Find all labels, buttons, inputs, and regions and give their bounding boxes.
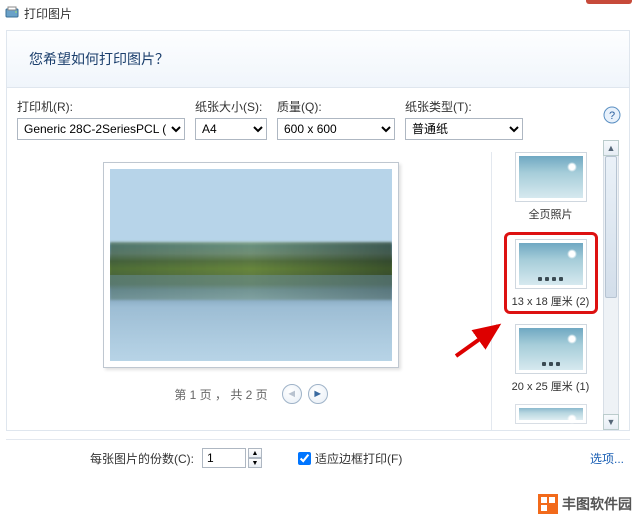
next-page-button[interactable]: ► (308, 384, 328, 404)
pager: 第 1 页 ， 共 2 页 ◄ ► (174, 384, 327, 404)
paper-size-select[interactable]: A4 (195, 118, 267, 140)
copies-up-button[interactable]: ▲ (248, 448, 262, 458)
help-icon[interactable]: ? (603, 106, 621, 124)
quality-label: 质量(Q): (277, 98, 395, 115)
copies-spinner: ▲ ▼ (202, 448, 262, 468)
scroll-thumb[interactable] (605, 156, 617, 298)
options-link[interactable]: 选项... (590, 450, 624, 467)
annotation-arrow (450, 320, 510, 360)
window-close-bar[interactable] (586, 0, 632, 4)
title-bar: 打印图片 (0, 0, 636, 26)
layout-templates: 全页照片 13 x 18 厘米 (2) 20 x 25 厘米 (1) (491, 152, 603, 430)
paper-size-label: 纸张大小(S): (195, 98, 267, 115)
template-more[interactable] (504, 404, 598, 428)
scroll-track[interactable] (603, 156, 619, 414)
template-label: 全页照片 (529, 206, 573, 222)
template-label: 13 x 18 厘米 (2) (512, 293, 590, 309)
watermark-logo-icon (538, 494, 558, 514)
pager-text: 第 1 页 ， 共 2 页 (174, 386, 267, 403)
footer: 每张图片的份数(C): ▲ ▼ 适应边框打印(F) 选项... (6, 439, 630, 468)
printer-select[interactable]: Generic 28C-2SeriesPCL (副本 (17, 118, 185, 140)
preview-image (110, 169, 392, 361)
template-scrollbar[interactable]: ▲ ▼ (603, 140, 619, 430)
copies-label: 每张图片的份数(C): (90, 450, 194, 467)
copies-input[interactable] (202, 448, 246, 468)
window-title: 打印图片 (24, 5, 72, 22)
preview-pane: 第 1 页 ， 共 2 页 ◄ ► (17, 152, 485, 430)
app-icon (4, 5, 20, 21)
watermark-text: 丰图软件园 (562, 494, 632, 514)
fit-frame-checkbox[interactable] (298, 452, 311, 465)
template-20x25[interactable]: 20 x 25 厘米 (1) (504, 324, 598, 394)
scroll-up-button[interactable]: ▲ (603, 140, 619, 156)
template-label: 20 x 25 厘米 (1) (512, 378, 590, 394)
template-13x18[interactable]: 13 x 18 厘米 (2) (504, 232, 598, 314)
header-question: 您希望如何打印图片？ (29, 51, 169, 67)
header-band: 您希望如何打印图片？ (6, 30, 630, 88)
watermark: 丰图软件园 (538, 494, 632, 514)
scroll-down-button[interactable]: ▼ (603, 414, 619, 430)
paper-type-select[interactable]: 普通纸 (405, 118, 523, 140)
prev-page-button[interactable]: ◄ (282, 384, 302, 404)
quality-select[interactable]: 600 x 600 (277, 118, 395, 140)
fit-frame-label: 适应边框打印(F) (315, 450, 402, 467)
printer-label: 打印机(R): (17, 98, 185, 115)
svg-text:?: ? (609, 110, 615, 122)
template-full-page[interactable]: 全页照片 (504, 152, 598, 222)
paper-type-label: 纸张类型(T): (405, 98, 523, 115)
copies-down-button[interactable]: ▼ (248, 458, 262, 468)
print-controls: 打印机(R): Generic 28C-2SeriesPCL (副本 纸张大小(… (17, 98, 619, 140)
preview-frame (103, 162, 399, 368)
